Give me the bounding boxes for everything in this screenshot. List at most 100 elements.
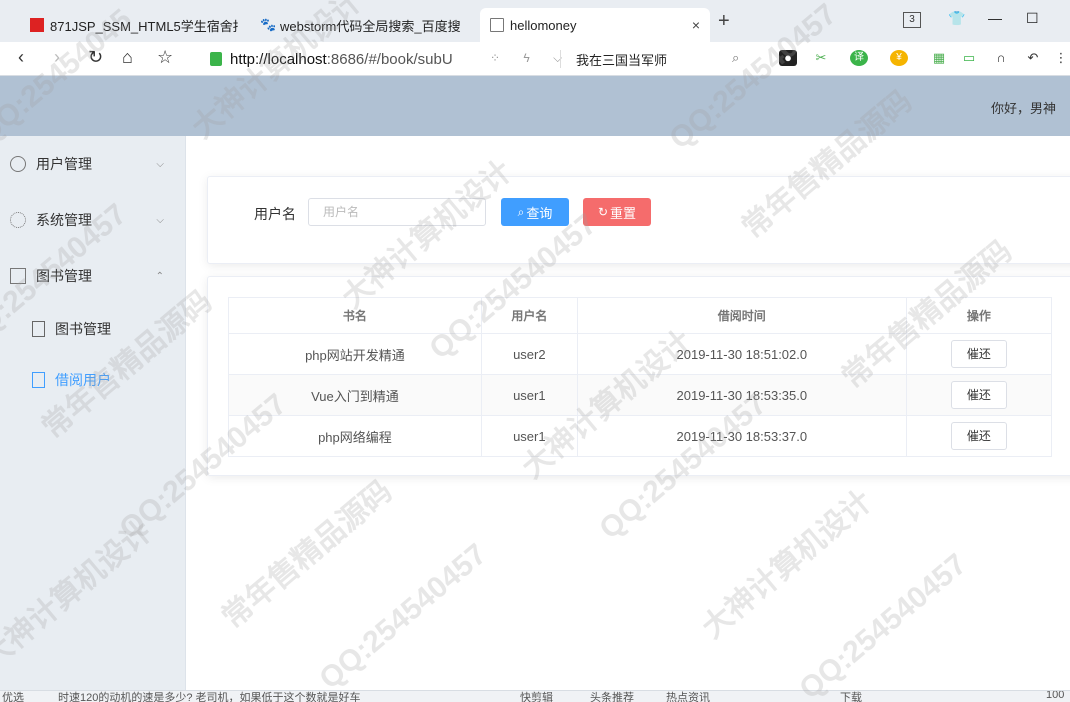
reset-button-label: 重置	[610, 205, 637, 221]
red-square-icon	[30, 18, 44, 32]
tab-count-badge[interactable]: 3	[903, 12, 921, 28]
sidebar: 用户管理 ⌵ 系统管理 ⌵ 图书管理 ⌃ 图书管理 借阅用户	[0, 136, 186, 690]
sidebar-subitem-borrowers[interactable]: 借阅用户	[0, 360, 186, 400]
minimize-icon[interactable]: —	[988, 10, 1002, 26]
sidebar-item-label: 用户管理	[36, 156, 92, 172]
tab-title: hellomoney	[510, 17, 577, 33]
browser-tab-active[interactable]: hellomoney ×	[480, 8, 710, 42]
user-cell: user1	[480, 374, 578, 416]
back-icon[interactable]: ‹	[18, 47, 24, 68]
borrow-table-panel: 书名 用户名 借阅时间 操作 php网站开发精通 user2 2019-11-3…	[207, 276, 1070, 476]
sidebar-subitem-label: 借阅用户	[55, 372, 111, 388]
main-content: 用户名 ⌕ 查询 ↻ 重置 书名 用户名 借阅时间 操作 php网站开发精通	[187, 136, 1070, 690]
query-button-label: 查询	[526, 205, 553, 221]
time-cell: 2019-11-30 18:51:02.0	[576, 333, 907, 375]
divider	[560, 50, 561, 68]
close-icon[interactable]: ×	[692, 17, 700, 33]
gear-icon	[10, 212, 26, 228]
battery-icon[interactable]: ▭	[960, 50, 978, 66]
maximize-icon[interactable]: ☐	[1026, 10, 1039, 27]
book-cell: php网络编程	[228, 415, 482, 457]
list-icon	[32, 321, 45, 337]
status-item[interactable]: 快剪辑	[520, 691, 553, 702]
user-icon	[10, 156, 26, 172]
user-cell: user2	[480, 333, 578, 375]
scissors-icon[interactable]: ✂	[812, 50, 830, 66]
url-host: http://localhost	[230, 50, 327, 68]
column-header-book[interactable]: 书名	[228, 297, 482, 334]
return-reminder-button[interactable]: 催还	[950, 381, 1007, 409]
status-item[interactable]: 头条推荐	[590, 691, 634, 702]
book-cell: Vue入门到精通	[228, 374, 482, 416]
status-item[interactable]: 热点资讯	[666, 691, 710, 702]
tab-title: 871JSP_SSM_HTML5学生宿舍报	[50, 18, 238, 34]
status-zoom[interactable]: 100	[1046, 691, 1064, 701]
chevron-down-icon: ⌵	[156, 214, 164, 226]
baidu-paw-icon: 🐾	[260, 17, 277, 32]
refresh-icon: ↻	[597, 205, 609, 219]
action-cell: 催还	[905, 333, 1053, 375]
search-icon[interactable]: ⌕	[732, 50, 739, 66]
document-icon	[490, 18, 504, 32]
return-reminder-button[interactable]: 催还	[950, 340, 1007, 368]
home-icon[interactable]: ⌂	[122, 47, 133, 68]
table-header-row: 书名 用户名 借阅时间 操作	[228, 297, 1053, 334]
sidebar-subitem-books[interactable]: 图书管理	[0, 309, 186, 349]
search-icon: ⌕	[517, 204, 525, 219]
browser-tab-2[interactable]: 🐾 webstorm代码全局搜索_百度搜	[250, 8, 478, 42]
extension-icon[interactable]: ●	[779, 50, 797, 66]
book-icon	[10, 268, 26, 284]
search-panel: 用户名 ⌕ 查询 ↻ 重置	[207, 176, 1070, 264]
menu-icon[interactable]: ⋮	[1052, 50, 1070, 66]
sidebar-subitem-label: 图书管理	[55, 321, 111, 337]
apps-icon[interactable]: ▦	[930, 50, 948, 66]
status-left-label[interactable]: 优选	[2, 691, 24, 702]
return-reminder-button[interactable]: 催还	[950, 422, 1007, 450]
time-cell: 2019-11-30 18:53:35.0	[576, 374, 907, 416]
query-button[interactable]: ⌕ 查询	[501, 198, 569, 226]
browser-tab-strip: 871JSP_SSM_HTML5学生宿舍报 🐾 webstorm代码全局搜索_百…	[0, 0, 1070, 42]
new-tab-button[interactable]: +	[718, 10, 730, 33]
undo-icon[interactable]: ↶	[1024, 50, 1042, 66]
translate-icon[interactable]: 译	[850, 50, 868, 66]
user-cell: user1	[480, 415, 578, 457]
browser-tab-1[interactable]: 871JSP_SSM_HTML5学生宿舍报	[20, 8, 248, 42]
chevron-up-icon: ⌃	[155, 270, 164, 282]
table-row: php网站开发精通 user2 2019-11-30 18:51:02.0 催还	[228, 333, 1053, 375]
star-icon[interactable]: ☆	[157, 47, 173, 68]
user-greeting[interactable]: 你好，男神	[991, 98, 1056, 117]
username-search-input[interactable]	[308, 198, 486, 226]
url-path: :8686/#/book/subU	[326, 50, 453, 68]
column-header-user[interactable]: 用户名	[480, 297, 578, 334]
reload-icon[interactable]: ↻	[88, 47, 103, 68]
action-cell: 催还	[905, 374, 1053, 416]
tab-title: webstorm代码全局搜索_百度搜	[280, 18, 461, 34]
sidebar-item-label: 图书管理	[36, 268, 92, 284]
borrow-table: 书名 用户名 借阅时间 操作 php网站开发精通 user2 2019-11-3…	[228, 297, 1053, 457]
status-news-ticker[interactable]: 时速120的动机的速是多少? 老司机，如果低于这个数就是好车	[58, 691, 361, 702]
column-header-time[interactable]: 借阅时间	[576, 297, 907, 334]
shirt-icon[interactable]: 👕	[948, 10, 965, 27]
sidebar-item-user-management[interactable]: 用户管理 ⌵	[0, 144, 186, 184]
reset-button[interactable]: ↻ 重置	[583, 198, 651, 226]
sidebar-item-book-management[interactable]: 图书管理 ⌃	[0, 256, 186, 296]
address-bar: ‹ › ↻ ⌂ ☆ http://localhost:8686/#/book/s…	[0, 42, 1070, 76]
book-cell: php网站开发精通	[228, 333, 482, 375]
time-cell: 2019-11-30 18:53:37.0	[576, 415, 907, 457]
status-item[interactable]: 下载	[840, 691, 862, 702]
table-row: php网络编程 user1 2019-11-30 18:53:37.0 催还	[228, 415, 1053, 457]
username-label: 用户名	[254, 206, 296, 222]
headphones-icon[interactable]: ∩	[992, 50, 1010, 66]
forward-icon[interactable]: ›	[54, 47, 60, 68]
sidebar-item-system-management[interactable]: 系统管理 ⌵	[0, 200, 186, 240]
sidebar-item-label: 系统管理	[36, 212, 92, 228]
chevron-down-icon: ⌵	[156, 158, 164, 170]
search-suggestion[interactable]: 我在三国当军师	[576, 50, 667, 69]
app-header: 你好，男神	[0, 76, 1070, 136]
browser-status-bar: 优选 时速120的动机的速是多少? 老司机，如果低于这个数就是好车 快剪辑 头条…	[0, 690, 1070, 702]
column-header-action[interactable]: 操作	[905, 297, 1053, 334]
table-row: Vue入门到精通 user1 2019-11-30 18:53:35.0 催还	[228, 374, 1053, 416]
coin-icon[interactable]: ¥	[890, 50, 908, 66]
action-cell: 催还	[905, 415, 1053, 457]
list-icon	[32, 372, 45, 388]
